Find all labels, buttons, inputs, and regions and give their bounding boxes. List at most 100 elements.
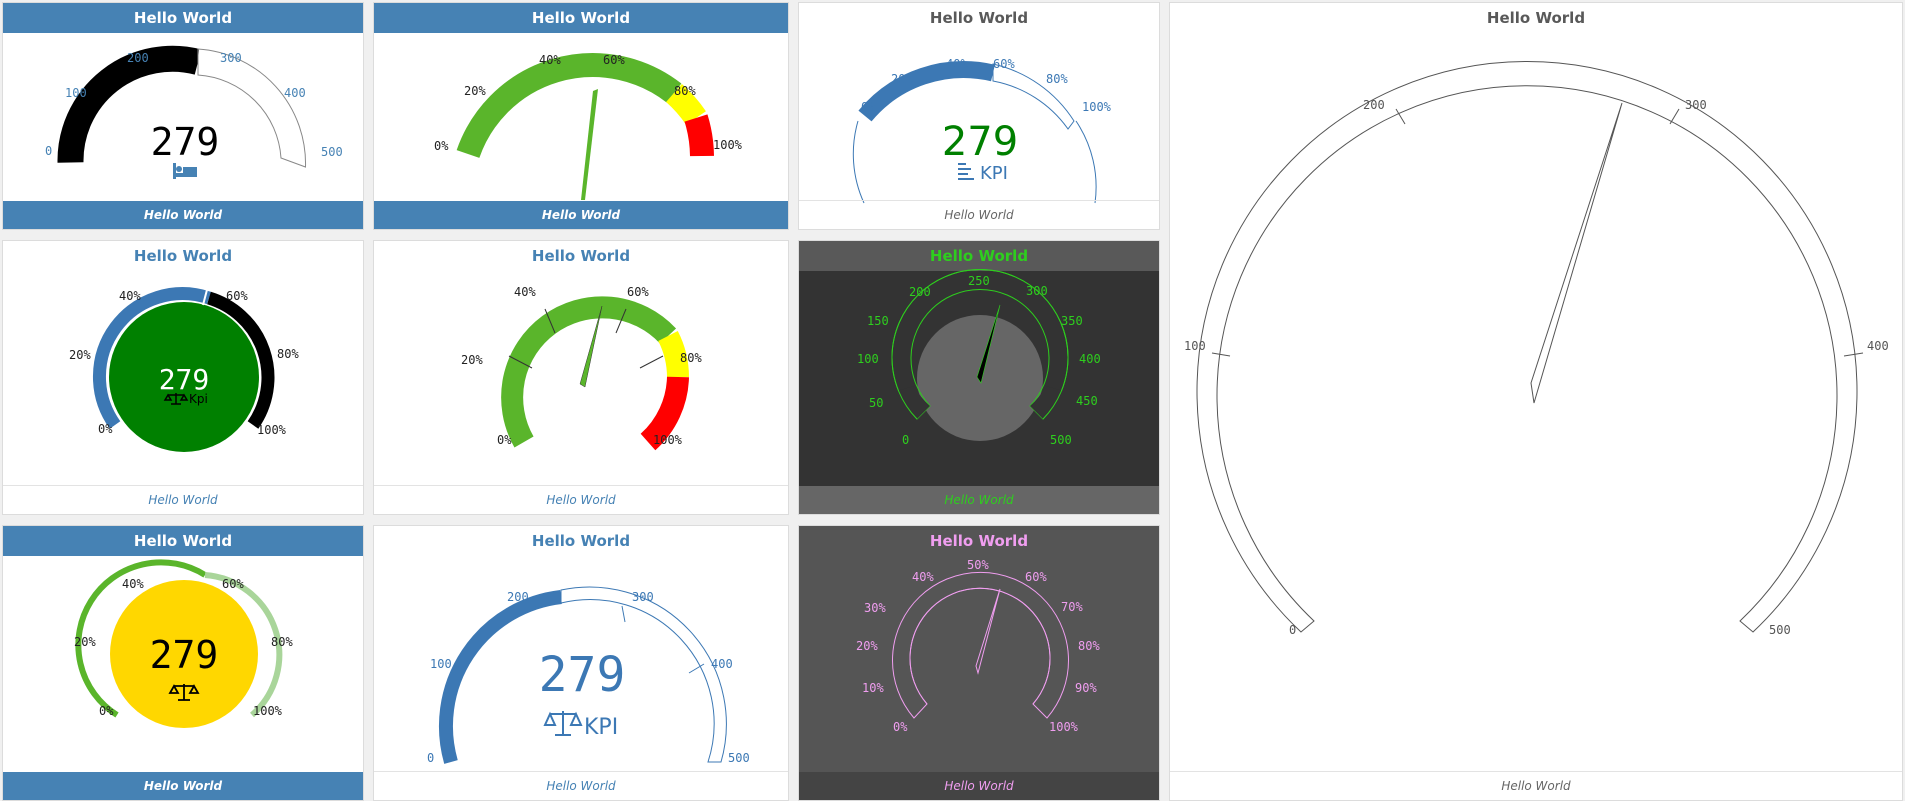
gauge-tick: 0 [45, 144, 52, 158]
gauge-tick: 20% [74, 635, 96, 649]
gauge-tick: 100% [257, 423, 287, 437]
gauge-tick: 100% [1049, 720, 1079, 734]
gauge-tick: 80% [680, 351, 702, 365]
gauge-tick: 100% [653, 433, 683, 447]
gauge-tick: 450 [1076, 394, 1098, 408]
gauge-tick: 200 [909, 285, 931, 299]
panel-footer: Hello World [3, 201, 363, 229]
gauge-tick: 0% [99, 704, 114, 718]
gauge-tick: 0% [861, 100, 876, 114]
gauge-tick: 0% [893, 720, 908, 734]
gauge-tick: 300 [220, 51, 242, 65]
gauge-tick: 20% [69, 348, 91, 362]
gauge-tick: 100 [430, 657, 452, 671]
gauge-tick: 500 [1769, 623, 1791, 637]
gauge-chart: 279 Kpi 0% 20% 40% 60% 80% 100% [69, 285, 299, 452]
gauge-tick: 60% [226, 289, 248, 303]
gauge-tick: 40% [946, 57, 968, 71]
gauge-tick: 40% [122, 577, 144, 591]
gauge-panel-9[interactable]: Hello World 0% 10% 20% 30% 40% 50% 60% 7… [798, 525, 1160, 801]
gauge-tick: 300 [1026, 284, 1048, 298]
gauge-tick: 20% [856, 639, 878, 653]
gauge-tick: 0 [1289, 623, 1296, 637]
gauge-tick: 500 [321, 145, 343, 159]
kpi-label: KPI [980, 163, 1008, 184]
gauge-panel-4[interactable]: Hello World 279 Kpi 0% 20% 40% 60% 80% 1… [2, 240, 364, 515]
panel-footer: Hello World [799, 486, 1159, 514]
gauge-tick: 400 [1867, 339, 1889, 353]
kpi-label: KPI [584, 715, 618, 740]
panel-footer: Hello World [1170, 771, 1902, 800]
gauge-panel-8[interactable]: Hello World 279 KPI 0 100 200 300 400 50… [373, 525, 789, 801]
gauge-tick: 60% [603, 53, 625, 67]
gauge-chart: 0% 20% 40% 60% 80% 100% 279 KPI [852, 57, 1112, 204]
gauge-tick: 80% [674, 84, 696, 98]
gauge-tick: 90% [1075, 681, 1097, 695]
gauge-tick: 20% [461, 353, 483, 367]
gauge-panel-10[interactable]: Hello World 0 100 200 300 400 500 Hello … [1169, 2, 1903, 801]
gauge-tick: 350 [1061, 314, 1083, 328]
gauge-chart: 0% 20% 40% 60% 80% 100% [434, 53, 743, 200]
gauge-panel-2[interactable]: Hello World 0% 20% 40% 60% 80% 100% Hell… [373, 2, 789, 230]
kpi-value: 279 [539, 647, 626, 703]
gauge-tick: 300 [632, 590, 654, 604]
gauge-tick: 80% [1078, 639, 1100, 653]
gauge-tick: 150 [867, 314, 889, 328]
gauge-chart: 0 50 100 150 200 250 300 350 400 450 500 [857, 269, 1101, 447]
gauge-panel-1[interactable]: Hello World 0 100 200 300 400 500 279 He… [2, 2, 364, 230]
kpi-label: Kpi [189, 392, 208, 406]
gauge-tick: 100 [857, 352, 879, 366]
gauge-panel-6[interactable]: Hello World 0 50 100 150 200 250 300 350… [798, 240, 1160, 515]
panel-footer: Hello World [374, 771, 788, 800]
gauge-tick: 400 [284, 86, 306, 100]
gauge-tick: 60% [222, 577, 244, 591]
gauge-tick: 60% [993, 57, 1015, 71]
gauge-tick: 100 [65, 86, 87, 100]
gauge-tick: 20% [464, 84, 486, 98]
gauge-panel-3[interactable]: Hello World 0% 20% 40% 60% 80% 100% 279 … [798, 2, 1160, 230]
gauge-tick: 200 [1363, 98, 1385, 112]
gauge-tick: 100% [253, 704, 283, 718]
panel-footer: Hello World [799, 772, 1159, 800]
gauge-tick: 500 [728, 751, 750, 765]
gauge-panel-7[interactable]: Hello World 279 0% 20% 40% 60% 80% 100% … [2, 525, 364, 801]
gauge-tick: 50 [869, 396, 883, 410]
gauge-tick: 200 [507, 590, 529, 604]
gauge-tick: 100 [1184, 339, 1206, 353]
gauge-panel-5[interactable]: Hello World 0% 20% 40% 60% 80% 100% Hell… [373, 240, 789, 515]
scale-icon [543, 711, 583, 736]
gauge-chart: 0% 20% 40% 60% 80% 100% [461, 285, 702, 451]
gauge-tick: 100% [713, 138, 743, 152]
gauge-tick: 30% [864, 601, 886, 615]
gauge-tick: 0% [98, 422, 113, 436]
gauge-tick: 0% [497, 433, 512, 447]
kpi-value: 279 [150, 633, 219, 677]
gauge-tick: 40% [539, 53, 561, 67]
gauge-tick: 80% [1046, 72, 1068, 86]
gauge-chart: 0 100 200 300 400 500 279 [45, 45, 343, 179]
gauge-tick: 500 [1050, 433, 1072, 447]
list-icon [958, 163, 974, 180]
gauge-tick: 60% [1025, 570, 1047, 584]
gauge-tick: 20% [891, 72, 913, 86]
gauge-chart: 0% 10% 20% 30% 40% 50% 60% 70% 80% 90% 1… [856, 558, 1100, 734]
gauge-tick: 0% [434, 139, 449, 153]
gauge-tick: 400 [711, 657, 733, 671]
bed-icon [173, 163, 197, 179]
panel-footer: Hello World [374, 201, 788, 229]
kpi-value: 279 [942, 119, 1018, 165]
gauge-tick: 70% [1061, 600, 1083, 614]
gauge-tick: 0 [902, 433, 909, 447]
gauge-chart: 279 KPI 0 100 200 300 400 500 [427, 586, 750, 765]
gauge-tick: 80% [277, 347, 299, 361]
panel-footer: Hello World [3, 772, 363, 800]
panel-footer: Hello World [3, 485, 363, 514]
panel-footer: Hello World [374, 485, 788, 514]
gauge-tick: 10% [862, 681, 884, 695]
gauge-tick: 400 [1079, 352, 1101, 366]
gauge-chart: 0 100 200 300 400 500 [1184, 61, 1889, 637]
gauge-tick: 200 [127, 51, 149, 65]
gauge-tick: 40% [119, 289, 141, 303]
kpi-value: 279 [151, 120, 220, 164]
gauge-tick: 100% [1082, 100, 1112, 114]
